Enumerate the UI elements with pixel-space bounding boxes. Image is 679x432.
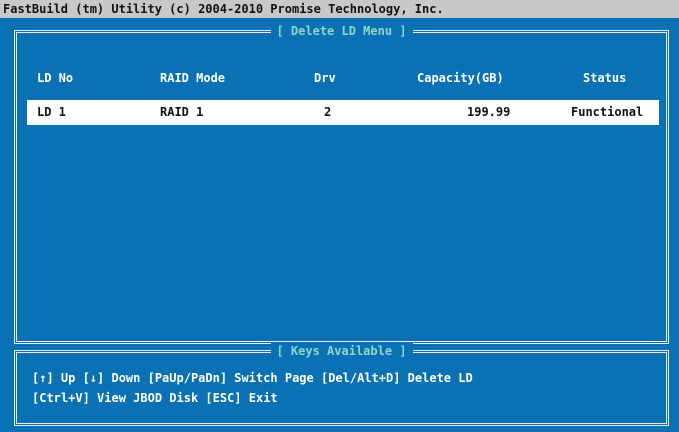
keys-line-1: [↑] Up [↓] Down [PaUp/PaDn] Switch Page … xyxy=(32,371,473,385)
column-header-ld-no: LD No xyxy=(37,71,74,85)
keys-panel: [ Keys Available ] [↑] Up [↓] Down [PaUp… xyxy=(14,343,669,426)
column-header-drv: Drv xyxy=(314,71,336,85)
cell-capacity: 199.99 xyxy=(467,105,511,119)
delete-ld-panel: [ Delete LD Menu ] LD No RAID Mode Drv C… xyxy=(14,23,669,344)
column-header-raid-mode: RAID Mode xyxy=(160,71,226,85)
keys-line-2: [Ctrl+V] View JBOD Disk [ESC] Exit xyxy=(32,391,278,405)
bios-screen: FastBuild (tm) Utility (c) 2004-2010 Pro… xyxy=(0,0,679,432)
keys-panel-title: [ Keys Available ] xyxy=(270,343,413,359)
column-header-status: Status xyxy=(583,71,627,85)
panel-title: [ Delete LD Menu ] xyxy=(270,23,413,39)
cell-ld-no: LD 1 xyxy=(37,105,66,119)
cell-drv: 2 xyxy=(324,105,332,119)
column-header-capacity: Capacity(GB) xyxy=(417,71,504,85)
table-row[interactable]: LD 1 RAID 1 2 199.99 Functional xyxy=(27,100,659,125)
cell-status: Functional xyxy=(571,105,644,119)
cell-raid-mode: RAID 1 xyxy=(160,105,204,119)
title-bar: FastBuild (tm) Utility (c) 2004-2010 Pro… xyxy=(0,0,679,18)
